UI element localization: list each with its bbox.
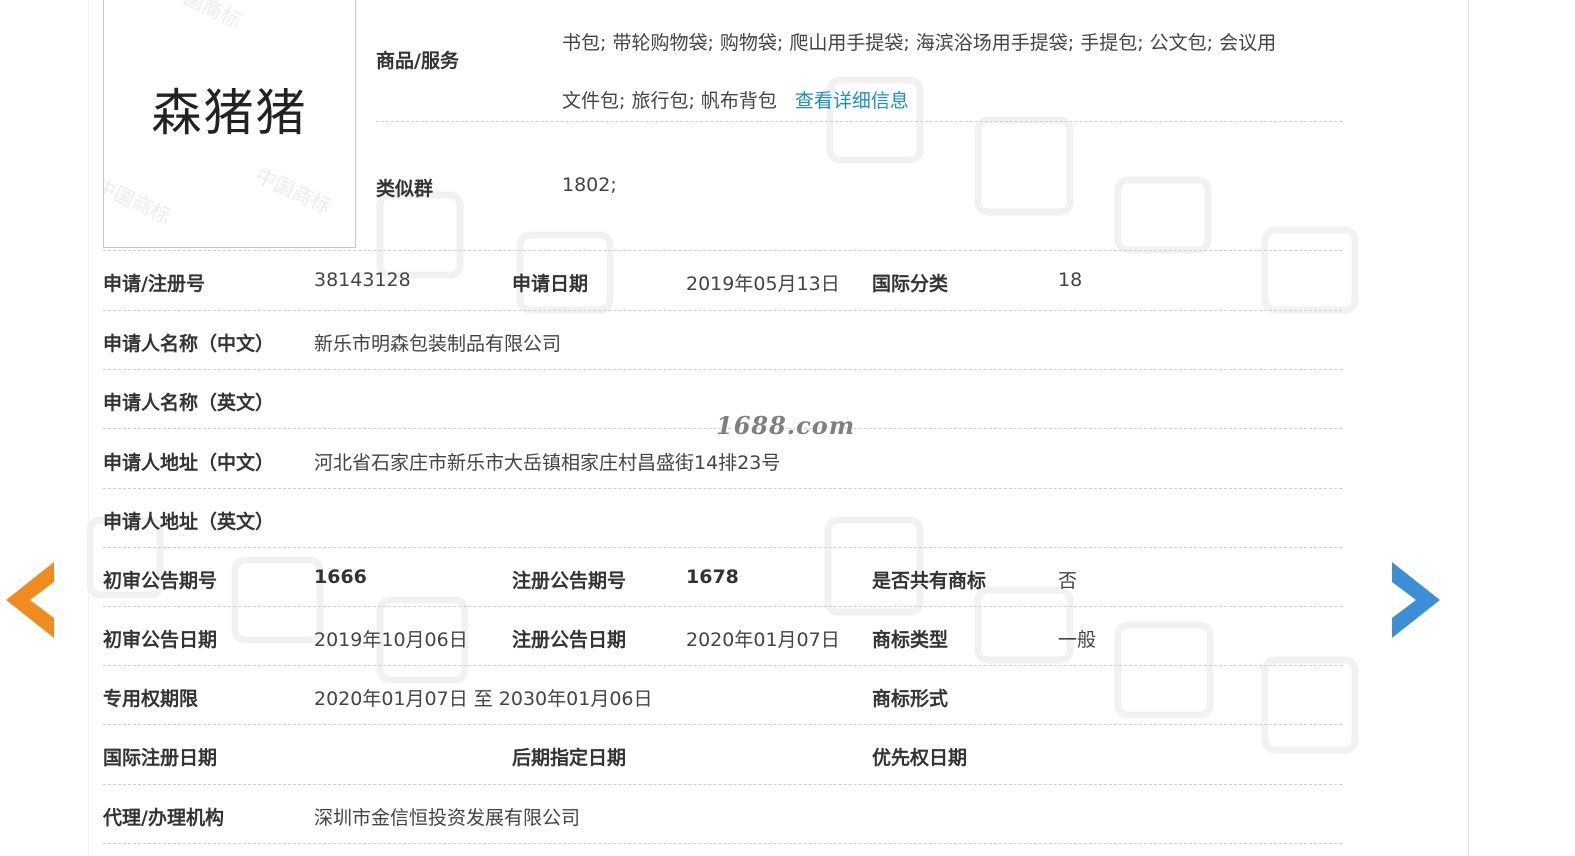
goods-value: 书包; 带轮购物袋; 购物袋; 爬山用手提袋; 海滨浴场用手提袋; 手提包; 公…	[562, 14, 1352, 130]
trademark-image: 中国商标 中国商标 中国商标 森猪猪	[103, 0, 356, 248]
apply-date-value: 2019年05月13日	[686, 273, 840, 295]
similar-group-label: 类似群	[376, 178, 434, 200]
separator	[103, 488, 1342, 489]
mark-type-value: 一般	[1058, 629, 1097, 651]
separator	[103, 369, 1342, 370]
reg-date-label: 注册公告日期	[512, 629, 627, 651]
shared-mark-value: 否	[1058, 570, 1078, 592]
intl-reg-date-label: 国际注册日期	[103, 747, 218, 769]
exclusive-period-label: 专用权期限	[103, 688, 199, 710]
reg-date-value: 2020年01月07日	[686, 629, 840, 651]
trademark-detail-page: 中国商标 中国商标 中国商标 森猪猪 商品/服务 书包; 带轮购物袋; 购物袋;…	[0, 0, 1575, 856]
reg-no-label: 申请/注册号	[103, 273, 205, 295]
agent-value: 深圳市金信恒投资发展有限公司	[314, 807, 581, 829]
applicant-cn-label: 申请人名称（中文）	[103, 333, 275, 355]
previous-button[interactable]	[4, 560, 56, 640]
address-en-label: 申请人地址（英文）	[103, 511, 275, 533]
separator	[103, 724, 1342, 725]
address-cn-value: 河北省石家庄市新乐市大岳镇相家庄村昌盛街14排23号	[314, 452, 781, 474]
separator	[376, 121, 1342, 122]
mark-type-label: 商标类型	[872, 629, 949, 651]
panel-left-border	[88, 0, 89, 856]
separator	[103, 665, 1342, 666]
later-designation-date-label: 后期指定日期	[512, 747, 627, 769]
next-button[interactable]	[1390, 560, 1442, 640]
separator	[103, 250, 1342, 251]
separator	[103, 843, 1342, 844]
shared-mark-label: 是否共有商标	[872, 570, 987, 592]
view-details-link[interactable]: 查看详细信息	[795, 90, 909, 112]
trademark-image-watermark: 中国商标	[252, 163, 335, 219]
arrow-left-icon	[6, 562, 54, 638]
mark-form-label: 商标形式	[872, 688, 949, 710]
prelim-issue-no-label: 初审公告期号	[103, 570, 218, 592]
separator	[103, 310, 1342, 311]
agent-label: 代理/办理机构	[103, 807, 224, 829]
arrow-right-icon	[1392, 562, 1440, 638]
applicant-cn-value: 新乐市明森包装制品有限公司	[314, 333, 562, 355]
goods-label: 商品/服务	[376, 50, 459, 72]
reg-issue-no-label: 注册公告期号	[512, 570, 627, 592]
address-cn-label: 申请人地址（中文）	[103, 452, 275, 474]
prelim-issue-no-value: 1666	[314, 566, 367, 588]
intl-class-label: 国际分类	[872, 273, 949, 295]
goods-line-1: 书包; 带轮购物袋; 购物袋; 爬山用手提袋; 海滨浴场用手提袋; 手提包; 公…	[562, 32, 1277, 54]
site-watermark: 1688.com	[716, 411, 856, 440]
similar-group-value: 1802;	[562, 174, 617, 196]
reg-issue-no-value: 1678	[686, 566, 739, 588]
reg-no-value: 38143128	[314, 269, 411, 291]
trademark-image-watermark: 中国商标	[103, 173, 175, 229]
prelim-date-value: 2019年10月06日	[314, 629, 468, 651]
trademark-image-watermark: 中国商标	[162, 0, 245, 33]
apply-date-label: 申请日期	[512, 273, 589, 295]
priority-date-label: 优先权日期	[872, 747, 968, 769]
prelim-date-label: 初审公告日期	[103, 629, 218, 651]
goods-line-2-text: 文件包; 旅行包; 帆布背包	[562, 90, 777, 112]
applicant-en-label: 申请人名称（英文）	[103, 392, 275, 414]
exclusive-period-value: 2020年01月07日 至 2030年01月06日	[314, 688, 653, 710]
separator	[103, 606, 1342, 607]
trademark-mark-text: 森猪猪	[151, 84, 308, 142]
separator	[103, 784, 1342, 785]
intl-class-value: 18	[1058, 269, 1083, 291]
separator	[103, 547, 1342, 548]
panel-right-border	[1468, 0, 1469, 856]
